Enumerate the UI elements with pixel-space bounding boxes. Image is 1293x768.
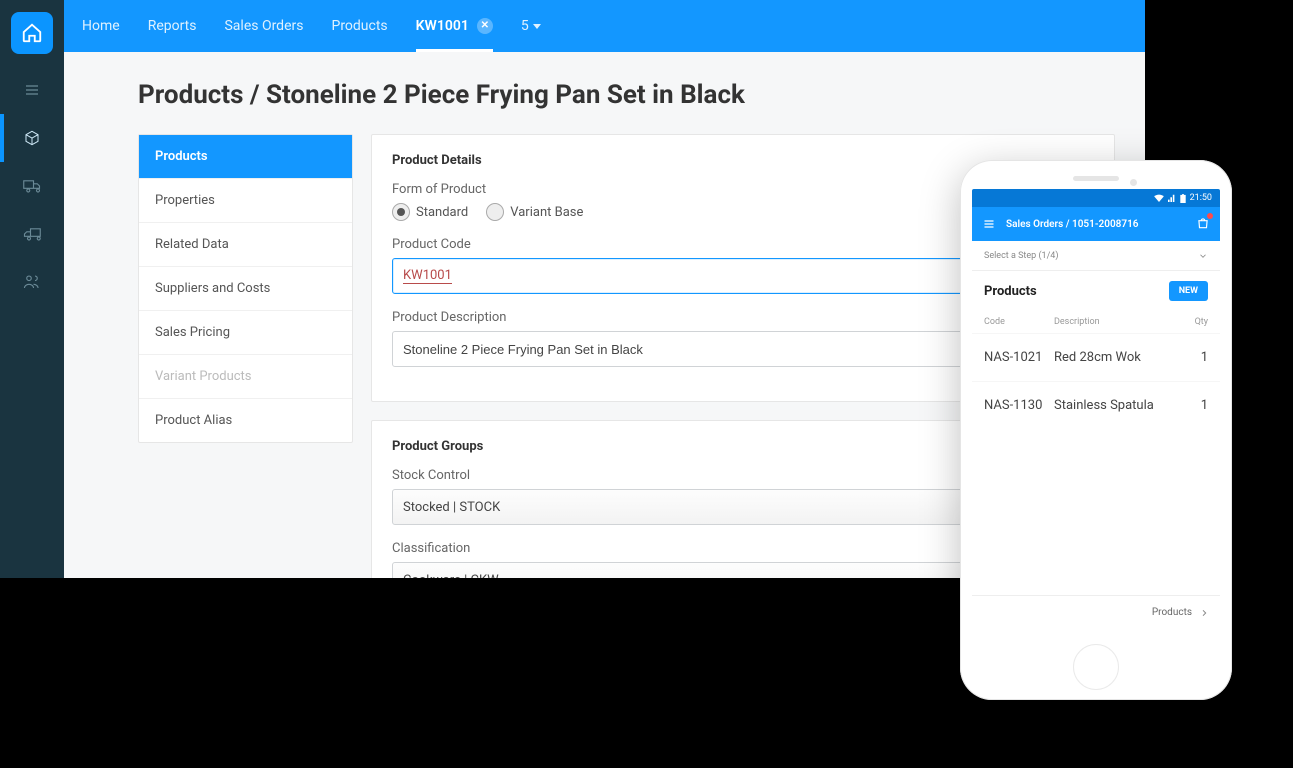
- mobile-status-bar: 21:50: [972, 189, 1220, 207]
- vtab-suppliers-costs[interactable]: Suppliers and Costs: [139, 267, 352, 311]
- mobile-table-row[interactable]: NAS-1130 Stainless Spatula 1: [972, 381, 1220, 429]
- people-icon: [23, 274, 41, 290]
- radio-standard[interactable]: Standard: [392, 203, 468, 221]
- th-qty: Qty: [1182, 317, 1208, 327]
- mobile-table-row[interactable]: NAS-1021 Red 28cm Wok 1: [972, 333, 1220, 381]
- close-tab-icon[interactable]: ✕: [477, 18, 493, 34]
- radio-variant-base[interactable]: Variant Base: [486, 203, 583, 221]
- nav-products[interactable]: Products: [331, 0, 387, 52]
- top-nav: Home Reports Sales Orders Products KW100…: [64, 0, 1145, 52]
- nav-active-tab-label: KW1001: [416, 18, 469, 34]
- vtab-products[interactable]: Products: [139, 135, 352, 179]
- radio-dot-icon: [392, 203, 410, 221]
- nav-overflow-count: 5: [521, 18, 529, 34]
- brand-logo[interactable]: [11, 12, 53, 54]
- mobile-cart-button[interactable]: [1196, 216, 1210, 233]
- radio-dot-icon: [486, 203, 504, 221]
- rail-item-shipping[interactable]: [0, 162, 64, 210]
- vtab-sales-pricing[interactable]: Sales Pricing: [139, 311, 352, 355]
- hamburger-icon: [24, 82, 40, 98]
- notification-dot: [1207, 213, 1213, 219]
- vtab-related-data[interactable]: Related Data: [139, 223, 352, 267]
- mobile-breadcrumb: Sales Orders / 1051-2008716: [1006, 219, 1139, 230]
- phone-screen: 21:50 Sales Orders / 1051-2008716 Select…: [972, 189, 1220, 629]
- caret-down-icon: [533, 24, 541, 29]
- home-icon: [21, 22, 43, 44]
- mobile-step-selector[interactable]: Select a Step (1/4): [972, 241, 1220, 271]
- mobile-footer[interactable]: Products: [972, 595, 1220, 629]
- product-code-value: KW1001: [403, 269, 452, 284]
- signal-icon: [1168, 194, 1176, 202]
- chevron-down-icon: [1198, 251, 1208, 261]
- mobile-topbar: Sales Orders / 1051-2008716: [972, 207, 1220, 241]
- wifi-icon: [1154, 194, 1164, 202]
- nav-overflow[interactable]: 5: [521, 0, 541, 52]
- mobile-section-header: Products NEW: [972, 271, 1220, 311]
- battery-icon: [1180, 194, 1186, 203]
- rail-item-products[interactable]: [0, 114, 64, 162]
- vertical-tabs: Products Properties Related Data Supplie…: [138, 134, 353, 443]
- vtab-variant-products: Variant Products: [139, 355, 352, 399]
- mobile-section-title: Products: [984, 284, 1037, 299]
- nav-reports[interactable]: Reports: [148, 0, 197, 52]
- rail-item-receiving[interactable]: [0, 210, 64, 258]
- mobile-time: 21:50: [1190, 193, 1212, 203]
- side-rail: [0, 0, 64, 578]
- nav-active-tab[interactable]: KW1001 ✕: [416, 0, 493, 52]
- phone-home-button: [1073, 644, 1119, 690]
- mobile-new-button[interactable]: NEW: [1169, 281, 1208, 301]
- mobile-table-head: Code Description Qty: [972, 311, 1220, 333]
- th-code: Code: [984, 317, 1054, 327]
- truck-in-icon: [23, 227, 41, 241]
- page-title: Products / Stoneline 2 Piece Frying Pan …: [138, 80, 1115, 110]
- th-desc: Description: [1054, 317, 1182, 327]
- nav-sales-orders[interactable]: Sales Orders: [224, 0, 303, 52]
- phone-camera: [1130, 179, 1137, 186]
- chevron-right-icon: [1200, 608, 1208, 618]
- truck-icon: [23, 179, 41, 193]
- vtab-product-alias[interactable]: Product Alias: [139, 399, 352, 442]
- hamburger-icon[interactable]: [982, 218, 996, 230]
- phone-mockup: 21:50 Sales Orders / 1051-2008716 Select…: [960, 160, 1232, 700]
- cube-icon: [24, 130, 40, 146]
- rail-item-menu[interactable]: [0, 66, 64, 114]
- rail-item-customers[interactable]: [0, 258, 64, 306]
- phone-speaker: [1073, 176, 1119, 181]
- vtab-properties[interactable]: Properties: [139, 179, 352, 223]
- nav-home[interactable]: Home: [82, 0, 120, 52]
